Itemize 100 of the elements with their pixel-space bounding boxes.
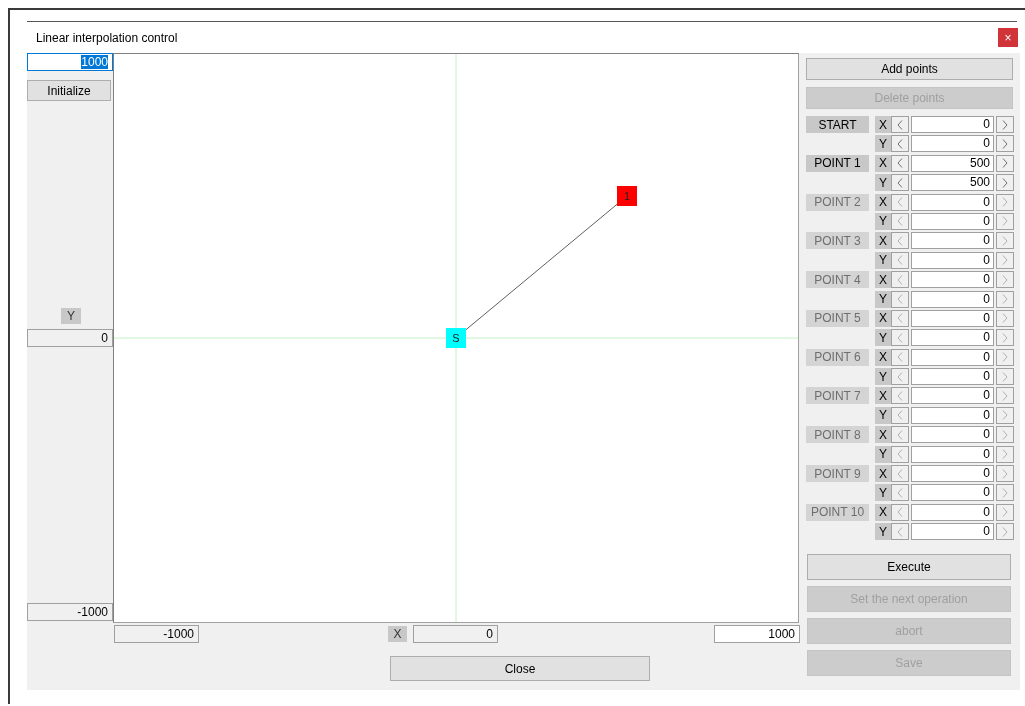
chevron-right-icon [1002, 158, 1008, 169]
coordinate-field[interactable]: 0 [911, 116, 994, 133]
coordinate-field[interactable]: 0 [911, 368, 994, 386]
decrement-button[interactable] [891, 329, 909, 347]
coordinate-field[interactable]: 0 [911, 290, 994, 308]
coordinate-field[interactable]: 500 [911, 154, 994, 172]
increment-button[interactable] [996, 271, 1014, 289]
coordinate-field[interactable]: 0 [911, 232, 994, 250]
increment-button[interactable] [996, 193, 1014, 211]
coordinate-field[interactable]: 0 [911, 329, 994, 347]
decrement-button[interactable] [891, 503, 909, 521]
coordinate-field[interactable]: 0 [911, 212, 994, 230]
increment-button[interactable] [996, 251, 1014, 269]
initialize-button[interactable]: Initialize [27, 80, 111, 101]
chevron-left-icon [897, 332, 903, 343]
y-max-field[interactable]: 1000 [27, 53, 113, 71]
increment-button[interactable] [996, 445, 1014, 463]
chevron-right-icon [1002, 449, 1008, 460]
decrement-button[interactable] [891, 465, 909, 483]
coordinate-field[interactable]: 0 [911, 465, 994, 483]
decrement-button[interactable] [891, 484, 909, 502]
decrement-button[interactable] [891, 309, 909, 327]
point-marker[interactable]: S [446, 328, 466, 348]
chevron-left-icon [897, 468, 903, 479]
y-min-field[interactable]: -1000 [27, 603, 113, 621]
close-button[interactable]: × [998, 28, 1018, 47]
increment-button[interactable] [996, 154, 1014, 172]
point-marker[interactable]: 1 [617, 186, 637, 206]
point-label: POINT 6 [806, 348, 869, 366]
decrement-button[interactable] [891, 116, 909, 133]
increment-button[interactable] [996, 174, 1014, 192]
decrement-button[interactable] [891, 135, 909, 153]
decrement-button[interactable] [891, 387, 909, 405]
coordinate-field[interactable]: 0 [911, 503, 994, 521]
increment-button[interactable] [996, 503, 1014, 521]
coordinate-field[interactable]: 0 [911, 251, 994, 269]
increment-button[interactable] [996, 135, 1014, 153]
coordinate-field[interactable]: 500 [911, 174, 994, 192]
coordinate-field[interactable]: 0 [911, 426, 994, 444]
chevron-right-icon [1002, 177, 1008, 188]
chevron-right-icon [1002, 390, 1008, 401]
decrement-button[interactable] [891, 154, 909, 172]
chevron-right-icon [1002, 255, 1008, 266]
decrement-button[interactable] [891, 232, 909, 250]
axis-label: Y [875, 368, 891, 386]
increment-button[interactable] [996, 426, 1014, 444]
coordinate-field[interactable]: 0 [911, 135, 994, 153]
decrement-button[interactable] [891, 406, 909, 424]
axis-label: X [875, 503, 891, 521]
coordinate-field[interactable]: 0 [911, 387, 994, 405]
chevron-right-icon [1002, 371, 1008, 382]
axis-label: X [875, 387, 891, 405]
chevron-left-icon [897, 449, 903, 460]
increment-button[interactable] [996, 309, 1014, 327]
chevron-left-icon [897, 158, 903, 169]
decrement-button[interactable] [891, 290, 909, 308]
coordinate-field[interactable]: 0 [911, 406, 994, 424]
coordinate-field[interactable]: 0 [911, 523, 994, 541]
decrement-button[interactable] [891, 426, 909, 444]
coordinate-field[interactable]: 0 [911, 348, 994, 366]
decrement-button[interactable] [891, 348, 909, 366]
decrement-button[interactable] [891, 251, 909, 269]
decrement-button[interactable] [891, 193, 909, 211]
increment-button[interactable] [996, 406, 1014, 424]
increment-button[interactable] [996, 212, 1014, 230]
decrement-button[interactable] [891, 212, 909, 230]
x-min-field[interactable]: -1000 [114, 624, 199, 643]
decrement-button[interactable] [891, 523, 909, 541]
x-max-field[interactable]: 1000 [714, 624, 800, 643]
decrement-button[interactable] [891, 445, 909, 463]
coordinate-field[interactable]: 0 [911, 309, 994, 327]
decrement-button[interactable] [891, 368, 909, 386]
chevron-left-icon [897, 274, 903, 285]
increment-button[interactable] [996, 329, 1014, 347]
increment-button[interactable] [996, 232, 1014, 250]
close-dialog-button[interactable]: Close [390, 656, 650, 681]
increment-button[interactable] [996, 290, 1014, 308]
add-points-button[interactable]: Add points [806, 58, 1013, 80]
axis-label: Y [875, 135, 891, 153]
point-label: POINT 1 [806, 154, 869, 172]
coordinate-field[interactable]: 0 [911, 484, 994, 502]
chevron-right-icon [1002, 138, 1008, 149]
increment-button[interactable] [996, 116, 1014, 133]
increment-button[interactable] [996, 484, 1014, 502]
decrement-button[interactable] [891, 174, 909, 192]
increment-button[interactable] [996, 523, 1014, 541]
coordinate-field[interactable]: 0 [911, 445, 994, 463]
plot-canvas[interactable]: S 1 [113, 53, 799, 623]
decrement-button[interactable] [891, 271, 909, 289]
chevron-right-icon [1002, 507, 1008, 518]
increment-button[interactable] [996, 387, 1014, 405]
coordinate-field[interactable]: 0 [911, 193, 994, 211]
increment-button[interactable] [996, 348, 1014, 366]
chevron-right-icon [1002, 526, 1008, 537]
increment-button[interactable] [996, 465, 1014, 483]
chevron-right-icon [1002, 468, 1008, 479]
axis-label: X [875, 271, 891, 289]
increment-button[interactable] [996, 368, 1014, 386]
execute-button[interactable]: Execute [807, 554, 1011, 581]
coordinate-field[interactable]: 0 [911, 271, 994, 289]
